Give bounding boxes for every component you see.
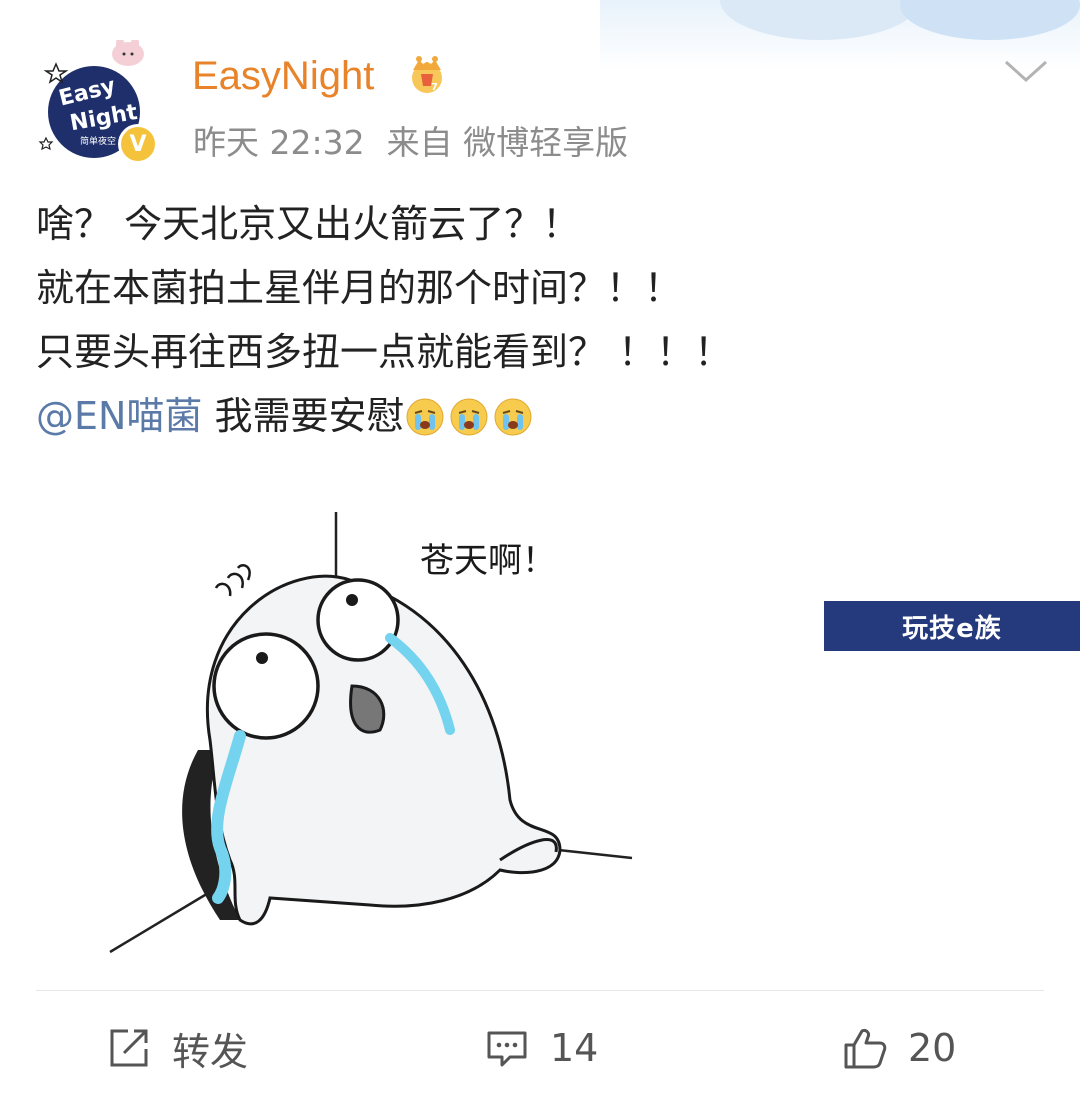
like-count: 20: [908, 1026, 957, 1070]
verified-badge-icon: V: [118, 124, 158, 164]
mention-link[interactable]: @EN喵菌: [36, 394, 202, 438]
comment-button[interactable]: 14: [484, 1020, 598, 1076]
crying-cartoon-illustration: 苍天啊！: [109, 512, 633, 954]
author-name[interactable]: EasyNight: [192, 54, 374, 99]
svg-text:7: 7: [431, 82, 438, 93]
svg-text:简单夜空: 简单夜空: [80, 135, 116, 147]
post-meta: 昨天 22:32 来自 微博轻享版: [193, 116, 650, 164]
post-text-line: 就在本菌拍土星伴月的那个时间？！！: [36, 266, 683, 310]
post-actions: 转发 14 20: [0, 1020, 1080, 1080]
repost-icon: [110, 1029, 148, 1067]
crying-emoji-icon: [494, 398, 532, 436]
comment-count: 14: [550, 1026, 599, 1070]
repost-button[interactable]: 转发: [106, 1020, 248, 1076]
post-text-line-mention: @EN喵菌 我需要安慰: [36, 384, 1046, 456]
chevron-down-icon[interactable]: [1000, 52, 1052, 88]
repost-label: 转发: [172, 1029, 249, 1074]
crying-emoji-icon: [450, 398, 488, 436]
like-button[interactable]: 20: [842, 1020, 956, 1076]
post-time: 昨天 22:32: [193, 123, 365, 162]
image-caption: 苍天啊！: [420, 541, 556, 581]
post-text-line: 啥？ 今天北京又出火箭云了？！: [36, 202, 581, 246]
post-source: 来自 微博轻享版: [386, 123, 629, 162]
crying-emoji-icon: [406, 398, 444, 436]
mention-tail-text: 我需要安慰: [214, 394, 405, 438]
divider: [36, 990, 1044, 991]
post-text-line: 只要头再往西多扭一点就能看到？ ！！！: [36, 330, 733, 374]
post-image[interactable]: 苍天啊！: [90, 500, 650, 970]
emoji-group: [405, 392, 537, 456]
post-body: 啥？ 今天北京又出火箭云了？！ 就在本菌拍土星伴月的那个时间？！！ 只要头再往西…: [36, 192, 1046, 456]
thumbs-up-icon: [844, 1029, 887, 1069]
watermark-label: 玩技e族: [824, 601, 1080, 651]
comment-icon: [487, 1031, 527, 1067]
crown-icon[interactable]: 7: [403, 52, 451, 94]
